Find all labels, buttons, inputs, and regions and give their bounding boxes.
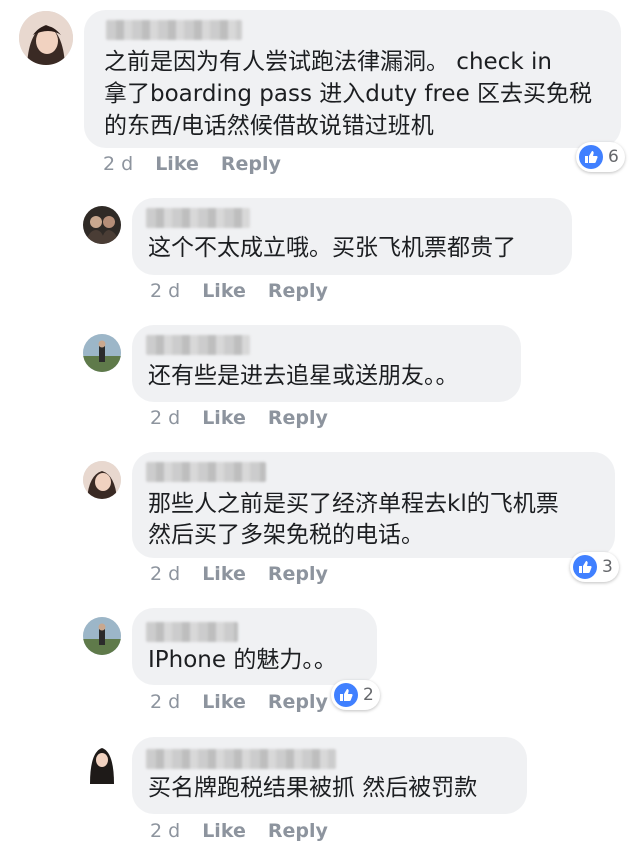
comment-text-line: 还有些是进去追星或送朋友。。 (148, 363, 459, 389)
timestamp[interactable]: 2 d (150, 691, 180, 713)
comment-meta: 2 d Like Reply (103, 153, 281, 175)
thumbs-up-icon (573, 555, 597, 579)
comment-meta: 2 d Like Reply (150, 691, 328, 713)
like-button[interactable]: Like (202, 280, 246, 302)
comment-text-line: IPhone 的魅力。。 (148, 647, 337, 673)
avatar[interactable] (83, 617, 121, 655)
comment-bubble: 还有些是进去追星或送朋友。。 (132, 325, 521, 402)
thumbs-up-icon (334, 683, 358, 707)
comment-text-line: 然后买了多架免税的电话。 (148, 522, 424, 548)
timestamp[interactable]: 2 d (103, 153, 133, 175)
commenter-name[interactable] (146, 462, 266, 482)
comment-text-line: 之前是因为有人尝试跑法律漏洞。 check in (104, 49, 552, 75)
reaction-count-value: 3 (602, 557, 613, 577)
like-button[interactable]: Like (202, 820, 246, 842)
comment-meta: 2 d Like Reply (150, 280, 328, 302)
reaction-count-value: 2 (363, 685, 374, 705)
comment-text-line: 买名牌跑税结果被抓 然后被罚款 (148, 775, 478, 801)
like-button[interactable]: Like (155, 153, 199, 175)
comment-bubble: 这个不太成立哦。买张飞机票都贵了 (132, 198, 572, 275)
timestamp[interactable]: 2 d (150, 820, 180, 842)
commenter-name[interactable] (146, 335, 250, 355)
timestamp[interactable]: 2 d (150, 407, 180, 429)
reaction-count[interactable]: 2 (331, 680, 380, 710)
commenter-name[interactable] (146, 749, 336, 769)
like-button[interactable]: Like (202, 407, 246, 429)
like-button[interactable]: Like (202, 563, 246, 585)
thumbs-up-icon (579, 145, 603, 169)
comment-bubble: 之前是因为有人尝试跑法律漏洞。 check in 拿了boarding pass… (84, 10, 621, 148)
avatar[interactable] (83, 206, 121, 244)
commenter-name[interactable] (106, 20, 242, 40)
avatar[interactable] (19, 11, 73, 65)
timestamp[interactable]: 2 d (150, 563, 180, 585)
reply-button[interactable]: Reply (268, 820, 328, 842)
commenter-name[interactable] (146, 622, 238, 642)
avatar[interactable] (83, 334, 121, 372)
avatar[interactable] (84, 742, 120, 784)
comment-meta: 2 d Like Reply (150, 563, 328, 585)
reply-button[interactable]: Reply (268, 407, 328, 429)
comment-bubble: 那些人之前是买了经济单程去kl的飞机票 然后买了多架免税的电话。 (132, 452, 615, 558)
timestamp[interactable]: 2 d (150, 280, 180, 302)
reply-button[interactable]: Reply (268, 691, 328, 713)
commenter-name[interactable] (146, 208, 250, 228)
reaction-count[interactable]: 3 (570, 552, 619, 582)
avatar[interactable] (83, 461, 121, 499)
comment-text-line: 这个不太成立哦。买张飞机票都贵了 (148, 235, 516, 261)
reaction-count[interactable]: 6 (576, 142, 625, 172)
comment-meta: 2 d Like Reply (150, 820, 328, 842)
reaction-count-value: 6 (608, 147, 619, 167)
reply-button[interactable]: Reply (268, 280, 328, 302)
comment-text-line: 的东西/电话然候借故说错过班机 (104, 113, 434, 139)
reply-button[interactable]: Reply (268, 563, 328, 585)
comment-bubble: 买名牌跑税结果被抓 然后被罚款 (132, 737, 527, 814)
comment-text-line: 那些人之前是买了经济单程去kl的飞机票 (148, 491, 559, 517)
comment-bubble: IPhone 的魅力。。 (132, 608, 377, 685)
comment-text-line: 拿了boarding pass 进入duty free 区去买免税 (104, 81, 593, 107)
reply-button[interactable]: Reply (221, 153, 281, 175)
like-button[interactable]: Like (202, 691, 246, 713)
comment-meta: 2 d Like Reply (150, 407, 328, 429)
